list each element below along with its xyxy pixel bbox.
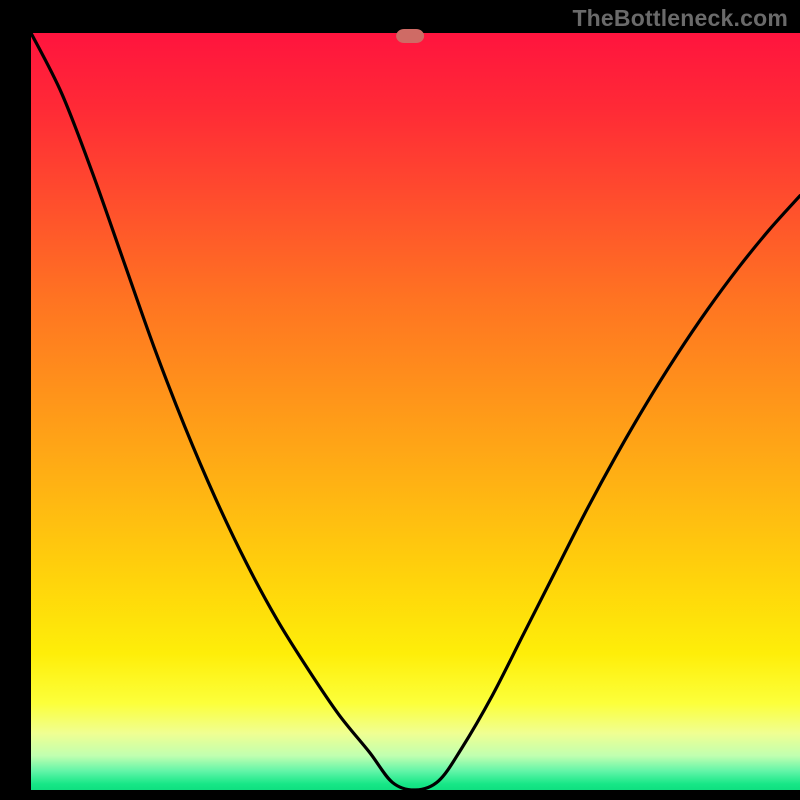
chart-container: TheBottleneck.com bbox=[0, 0, 800, 800]
optimum-marker bbox=[396, 29, 424, 43]
plot-area bbox=[31, 33, 800, 790]
watermark-label: TheBottleneck.com bbox=[572, 5, 788, 32]
bottleneck-curve-chart bbox=[0, 0, 800, 800]
